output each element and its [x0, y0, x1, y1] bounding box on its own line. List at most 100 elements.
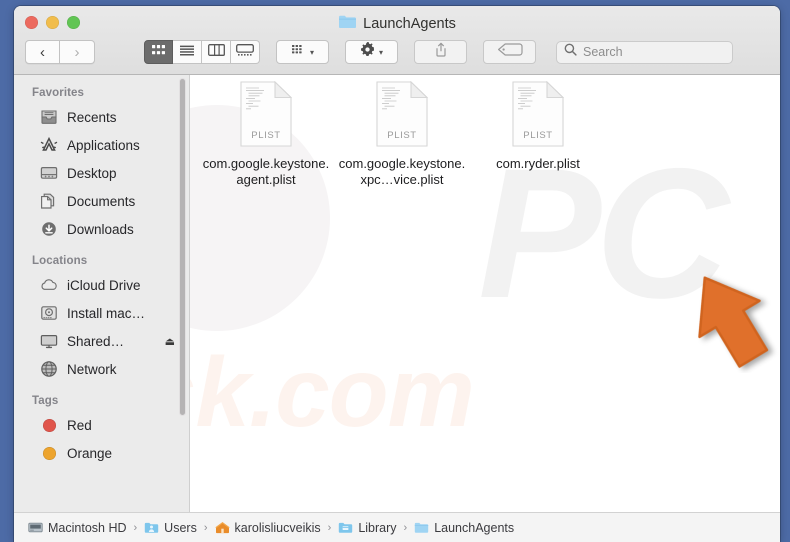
folder-icon — [338, 14, 357, 33]
breadcrumb-users[interactable]: Users — [144, 520, 197, 535]
share-button[interactable] — [414, 40, 467, 64]
applications-icon — [40, 136, 58, 154]
globe-icon — [40, 360, 58, 378]
sidebar-item-label: Orange — [67, 445, 113, 461]
breadcrumb-label: LaunchAgents — [434, 520, 515, 535]
sidebar-item-label: Shared… — [67, 333, 125, 349]
svg-text:PLIST: PLIST — [251, 130, 280, 141]
documents-icon — [40, 192, 58, 210]
list-icon — [179, 43, 195, 61]
sidebar-item-documents[interactable]: Documents — [14, 187, 189, 215]
sidebar-item-recents[interactable]: Recents — [14, 103, 189, 131]
sidebar-header-favorites: Favorites — [32, 87, 85, 99]
display-icon — [40, 332, 58, 350]
search-placeholder: Search — [583, 45, 623, 59]
breadcrumb-separator: › — [203, 521, 208, 534]
list-view-button[interactable] — [173, 40, 202, 64]
sidebar-item-label: Install mac… — [67, 305, 146, 321]
sidebar-item-label: Desktop — [67, 165, 117, 181]
breadcrumb-label: karolisliucveikis — [234, 520, 321, 535]
sidebar-header-tags: Tags — [32, 395, 59, 407]
breadcrumb-label: Users — [164, 520, 197, 535]
svg-text:PLIST: PLIST — [387, 130, 416, 141]
forward-button[interactable]: › — [60, 40, 95, 64]
sidebar-item-label: iCloud Drive — [67, 277, 141, 293]
sidebar-item-icloud-drive[interactable]: iCloud Drive — [14, 271, 189, 299]
plist-document-icon: PLIST — [240, 80, 293, 147]
columns-icon — [207, 43, 225, 61]
grid-icon — [151, 43, 166, 61]
navigation-buttons: ‹ › — [25, 40, 95, 64]
sidebar-item-shared[interactable]: Shared… ⏏ — [14, 327, 189, 355]
file-item[interactable]: PLIST com.google.keystone.xpc…vice.plist — [334, 80, 470, 188]
tag-icon — [497, 43, 523, 61]
sidebar-item-label: Network — [67, 361, 117, 377]
sidebar-item-install-macos[interactable]: Install mac… — [14, 299, 189, 327]
sidebar: Favorites Recents Applications Desktop D… — [14, 75, 190, 512]
action-menu-button[interactable]: ▾ — [345, 40, 398, 64]
watermark-bottom-text: sk.com — [190, 337, 475, 447]
breadcrumb-label: Macintosh HD — [48, 520, 127, 535]
folder-icon — [414, 520, 429, 535]
chevron-left-icon: ‹ — [40, 43, 45, 61]
chevron-down-icon: ▾ — [309, 47, 314, 57]
share-icon — [434, 42, 448, 62]
sidebar-scrollbar[interactable] — [179, 78, 186, 416]
search-field[interactable]: Search — [556, 40, 733, 64]
eject-icon[interactable]: ⏏ — [165, 335, 175, 348]
disk-icon — [40, 304, 58, 322]
file-list-pane[interactable]: PC sk.com PLIST co — [190, 75, 780, 512]
sidebar-item-applications[interactable]: Applications — [14, 131, 189, 159]
window-title-text: LaunchAgents — [363, 15, 456, 32]
sidebar-item-label: Downloads — [67, 221, 134, 237]
svg-text:PLIST: PLIST — [523, 130, 552, 141]
home-folder-icon — [214, 520, 230, 535]
view-mode-buttons — [144, 40, 260, 64]
sidebar-item-label: Applications — [67, 137, 140, 153]
breadcrumb-launchagents[interactable]: LaunchAgents — [414, 520, 514, 535]
breadcrumb-separator: › — [327, 521, 332, 534]
search-icon — [564, 43, 577, 61]
breadcrumb-macintosh-hd[interactable]: Macintosh HD — [28, 520, 127, 535]
sidebar-item-label: Red — [67, 417, 92, 433]
finder-window: LaunchAgents ‹ › ▾ ▾ Search Favorites Re… — [14, 6, 780, 542]
users-folder-icon — [144, 520, 159, 535]
icon-view-button[interactable] — [144, 40, 173, 64]
desktop-icon — [40, 164, 58, 182]
sidebar-item-downloads[interactable]: Downloads — [14, 215, 189, 243]
breadcrumb-library[interactable]: Library — [338, 520, 397, 535]
breadcrumb-home[interactable]: karolisliucveikis — [214, 520, 321, 535]
sidebar-item-label: Documents — [67, 193, 136, 209]
hard-drive-icon — [28, 520, 43, 535]
tag-dot-orange-icon — [40, 444, 58, 462]
icon-grid: PLIST com.google.keystone.agent.plist PL… — [190, 80, 780, 188]
sidebar-item-tag-orange[interactable]: Orange — [14, 439, 189, 467]
arrange-by-button[interactable]: ▾ — [276, 40, 329, 64]
sidebar-header-locations: Locations — [32, 255, 88, 267]
file-item[interactable]: PLIST com.ryder.plist — [470, 80, 606, 188]
window-titlebar: LaunchAgents ‹ › ▾ ▾ Search — [14, 6, 780, 75]
window-title: LaunchAgents — [14, 14, 780, 33]
sidebar-item-network[interactable]: Network — [14, 355, 189, 383]
window-body: Favorites Recents Applications Desktop D… — [14, 75, 780, 512]
file-name: com.google.keystone.xpc…vice.plist — [338, 156, 466, 187]
plist-document-icon: PLIST — [512, 80, 565, 147]
gallery-view-button[interactable] — [231, 40, 260, 64]
path-bar: Macintosh HD › Users › karolisliucveikis… — [14, 512, 780, 542]
file-item[interactable]: PLIST com.google.keystone.agent.plist — [198, 80, 334, 188]
chevron-right-icon: › — [74, 43, 80, 61]
library-folder-icon — [338, 520, 353, 535]
downloads-icon — [40, 220, 58, 238]
column-view-button[interactable] — [202, 40, 231, 64]
breadcrumb-separator: › — [403, 521, 408, 534]
orange-arrow-cursor — [674, 263, 780, 378]
gear-icon — [360, 42, 375, 62]
breadcrumb-separator: › — [133, 521, 138, 534]
file-name: com.ryder.plist — [496, 156, 580, 171]
sidebar-item-desktop[interactable]: Desktop — [14, 159, 189, 187]
tags-button[interactable] — [483, 40, 536, 64]
back-button[interactable]: ‹ — [25, 40, 60, 64]
gallery-icon — [236, 43, 254, 61]
sidebar-item-tag-red[interactable]: Red — [14, 411, 189, 439]
breadcrumb-label: Library — [358, 520, 397, 535]
